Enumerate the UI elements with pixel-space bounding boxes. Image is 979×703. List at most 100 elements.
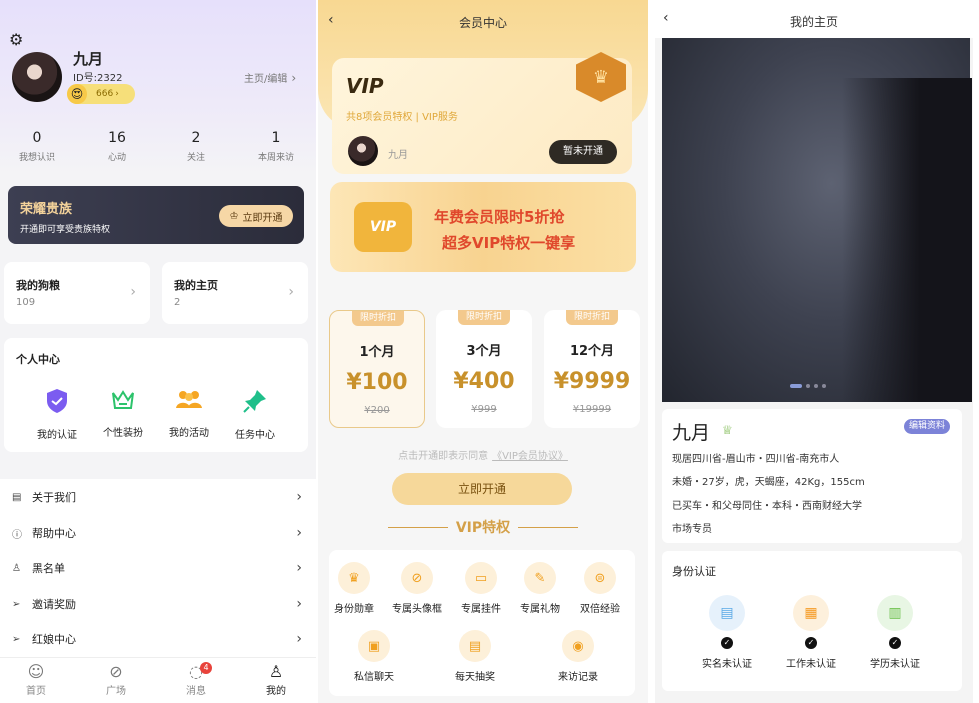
tab-home[interactable]: ☺ 首页 [6,662,66,697]
perk-label: 专属头像框 [392,604,442,615]
home-edit-link[interactable]: 主页/编辑 › [244,70,296,86]
home-face-icon: ☺ [27,662,45,681]
cert-label: 实名未认证 [702,659,752,670]
unread-badge: 4 [200,662,212,674]
my-verification-item[interactable]: 我的认证 [27,388,87,441]
settings-gear-icon[interactable]: ⚙ [9,30,23,49]
perk-item[interactable]: ⊜ 双倍经验 [565,562,635,615]
agreement-text: 点击开通即表示同意 [398,451,489,462]
tab-label: 首页 [26,686,46,697]
perk-item[interactable]: ◉ 来访记录 [543,630,613,683]
level-badge[interactable]: 😍 666 › [67,84,135,104]
noble-subtitle: 开通即可享受贵族特权 [20,225,111,235]
badge-icon: ♛ [338,562,370,594]
shield-icon [47,389,67,413]
chevron-right-icon: › [296,489,302,505]
stat-follow[interactable]: 2 关注 [166,130,226,163]
carousel-dot[interactable] [822,384,826,388]
tab-label: 我的 [266,686,286,697]
plan-months: 3个月 [466,344,502,359]
perk-grid: ♛ 身份勋章 ⊘ 专属头像框 ▭ 专属挂件 ✎ 专属礼物 ⊜ 双倍经验 ▣ 私信聊天 ▤ 每天… [329,550,635,696]
noble-banner[interactable]: 荣耀贵族 开通即可享受贵族特权 ♔ 立即开通 [8,186,304,244]
lottery-icon: ▤ [459,630,491,662]
tab-square[interactable]: ⊘ 广场 [86,662,146,697]
divider [518,526,579,528]
profile-info-card: 九月 ♕ 编辑资料 现居四川省-眉山市・四川省-南充市人 未婚・27岁，虎，天蝎… [662,409,962,543]
plan-12-months[interactable]: 限时折扣 12个月 ¥9999 ¥19999 [544,310,640,428]
stat-label: 我想认识 [18,153,55,163]
card-value: 2 [174,297,181,308]
menu-blacklist[interactable]: ♙ 黑名单 › [0,550,316,586]
chat-icon: ▣ [358,630,390,662]
education-verification[interactable]: ▥ ✓ 学历未认证 [855,595,935,670]
my-homepage-panel: ‹ 我的主页 九月 ♕ 编辑资料 现居四川省-眉山市・四川省-南充市人 未婚・2… [655,0,973,703]
my-homepage-card[interactable]: 我的主页 2 › [162,262,308,324]
home-edit-label: 主页/编辑 [244,74,288,85]
plan-1-month[interactable]: 限时折扣 1个月 ¥100 ¥200 [329,310,425,428]
promo-banner[interactable]: VIP 年费会员限时5折抢 超多VIP特权一键享 [330,182,636,272]
pin-icon [243,390,266,413]
diploma-icon: ▥ [877,595,913,631]
item-label: 我的活动 [169,428,209,439]
plan-original-price: ¥999 [471,404,497,415]
avatar[interactable] [12,52,62,102]
stat-weekly-visits[interactable]: 1 本周来访 [246,130,306,163]
avatar [348,136,378,166]
profile-photo[interactable] [662,38,972,402]
chevron-right-icon: › [296,560,302,576]
my-activities-item[interactable]: 我的活动 [159,388,219,439]
photo-shadow [842,78,972,402]
stat-heartbeat[interactable]: 16 心动 [87,130,147,163]
menu-label: 关于我们 [32,491,76,504]
perk-label: 身份勋章 [334,604,374,615]
menu-label: 红娘中心 [32,633,76,646]
my-dogfood-card[interactable]: 我的狗粮 109 › [4,262,150,324]
vip-gem-icon: ♕ [722,423,733,437]
compass-icon: ⊘ [109,662,123,681]
chevron-right-icon: › [130,284,136,300]
page-title: 我的主页 [789,15,838,29]
my-profile-panel: ⚙ 九月 ID号:2322 😍 666 › 主页/编辑 › 0 我想认识 16 心动 … [0,0,316,703]
menu-about-us[interactable]: ▤ 关于我们 › [0,479,316,515]
menu-invite-reward[interactable]: ➢ 邀请奖励 › [0,586,316,622]
menu-label: 黑名单 [32,562,65,575]
perk-title-row: VIP特权 [348,517,618,537]
edit-profile-button[interactable]: 编辑资料 [904,419,950,434]
vip-status-button[interactable]: 暂未开通 [549,140,617,164]
plan-tag: 限时折扣 [458,310,510,325]
stat-value: 0 [32,130,42,146]
perk-item[interactable]: ▣ 私信聊天 [339,630,409,683]
plan-original-price: ¥200 [364,405,390,416]
card-value: 109 [16,297,36,308]
noble-open-button[interactable]: ♔ 立即开通 [219,205,293,227]
open-vip-button[interactable]: 立即开通 [392,473,572,505]
real-name-verification[interactable]: ▤ ✓ 实名未认证 [687,595,767,670]
stat-want-to-know[interactable]: 0 我想认识 [7,130,67,163]
tab-mine[interactable]: ♙ 我的 [246,662,306,697]
menu-help-center[interactable]: ⓘ 帮助中心 › [0,515,316,551]
card-title: 我的狗粮 [16,279,60,292]
perk-item[interactable]: ⊘ 专属头像框 [382,562,452,615]
carousel-dot[interactable] [814,384,818,388]
perk-label: 每天抽奖 [455,672,495,683]
check-icon: ✓ [805,637,817,649]
task-center-item[interactable]: 任务中心 [225,388,285,441]
carousel-dot-active[interactable] [790,384,802,388]
vip-coin-icon: VIP [354,202,412,252]
work-verification[interactable]: ▦ ✓ 工作未认证 [771,595,851,670]
chat-icon: ◌ [189,662,203,681]
menu-matchmaker[interactable]: ➢ 红娘中心 › [0,621,316,657]
pendant-icon: ▭ [465,562,497,594]
dress-up-item[interactable]: 个性装扮 [93,388,153,439]
agreement-link[interactable]: 《VIP会员协议》 [492,447,568,462]
perk-item[interactable]: ▤ 每天抽奖 [440,630,510,683]
plan-price: ¥400 [453,369,515,394]
perk-item[interactable]: ♛ 身份勋章 [319,562,389,615]
person-icon: ♙ [268,662,284,681]
heart-eyes-icon: 😍 [67,84,87,104]
tab-messages[interactable]: ◌ 消息 4 [166,662,226,697]
plan-3-months[interactable]: 限时折扣 3个月 ¥400 ¥999 [436,310,532,428]
carousel-dot[interactable] [806,384,810,388]
chevron-right-icon: › [115,89,119,99]
help-icon: ⓘ [12,529,22,541]
